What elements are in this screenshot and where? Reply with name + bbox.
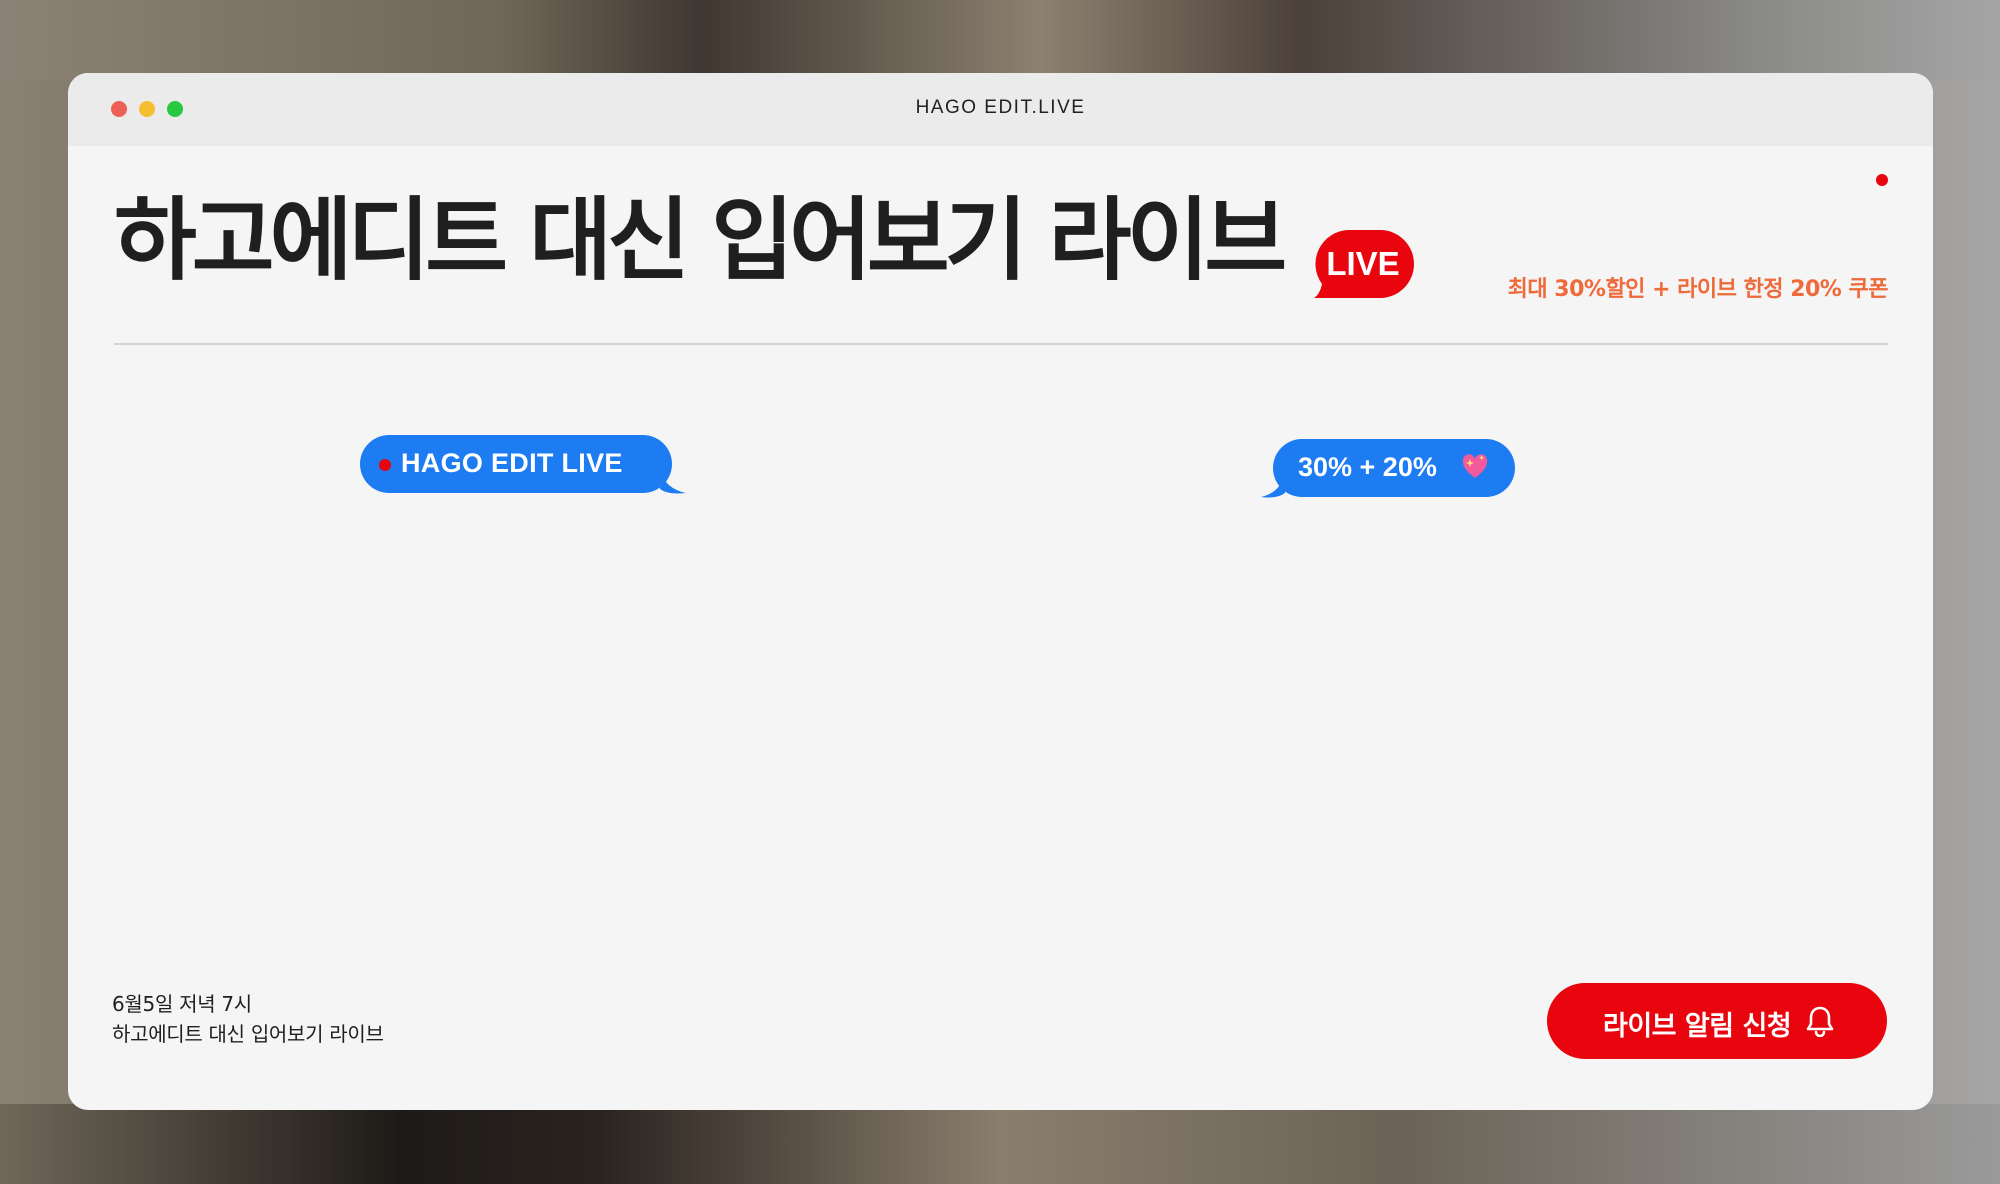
bubble-tail-shape (1261, 475, 1285, 498)
live-dot-icon (379, 459, 391, 471)
chat-bubble-discount: 30% + 20% (1261, 439, 1515, 498)
live-badge: LIVE (1310, 228, 1416, 300)
event-name: 하고에디트 대신 입어보기 라이브 (112, 1022, 384, 1046)
live-badge-label: LIVE (1326, 245, 1400, 282)
live-notification-button-label: 라이브 알림 신청 (1603, 1011, 1792, 1042)
event-info: 6월5일 저녁 7시 하고에디트 대신 입어보기 라이브 (112, 989, 384, 1049)
chat-bubble-text: 30% + 20% (1298, 452, 1437, 482)
bell-icon (1806, 1006, 1834, 1037)
page-title: 하고에디트 대신 입어보기 라이브 (114, 188, 1287, 293)
chat-bubble-text: HAGO EDIT LIVE (401, 448, 623, 478)
sparkling-heart-icon (1462, 454, 1488, 478)
window-titlebar: HAGO EDIT.LIVE (68, 73, 1933, 146)
window-title: HAGO EDIT.LIVE (915, 97, 1086, 118)
event-date: 6월5일 저녁 7시 (112, 992, 252, 1016)
recording-dot-icon (1876, 174, 1888, 186)
background-top (0, 0, 2000, 80)
app-window: HAGO EDIT.LIVE 하고에디트 대신 입어보기 라이브 LIVE 최대… (68, 73, 1933, 1110)
chat-bubble-hago-edit-live: HAGO EDIT LIVE (360, 435, 686, 494)
live-notification-button[interactable]: 라이브 알림 신청 (1547, 983, 1887, 1059)
bubble-tail-shape (660, 471, 686, 494)
background-bottom (0, 1104, 2000, 1184)
header-divider (114, 343, 1888, 345)
promo-subtitle: 최대 30%할인 + 라이브 한정 20% 쿠폰 (1507, 277, 1889, 302)
